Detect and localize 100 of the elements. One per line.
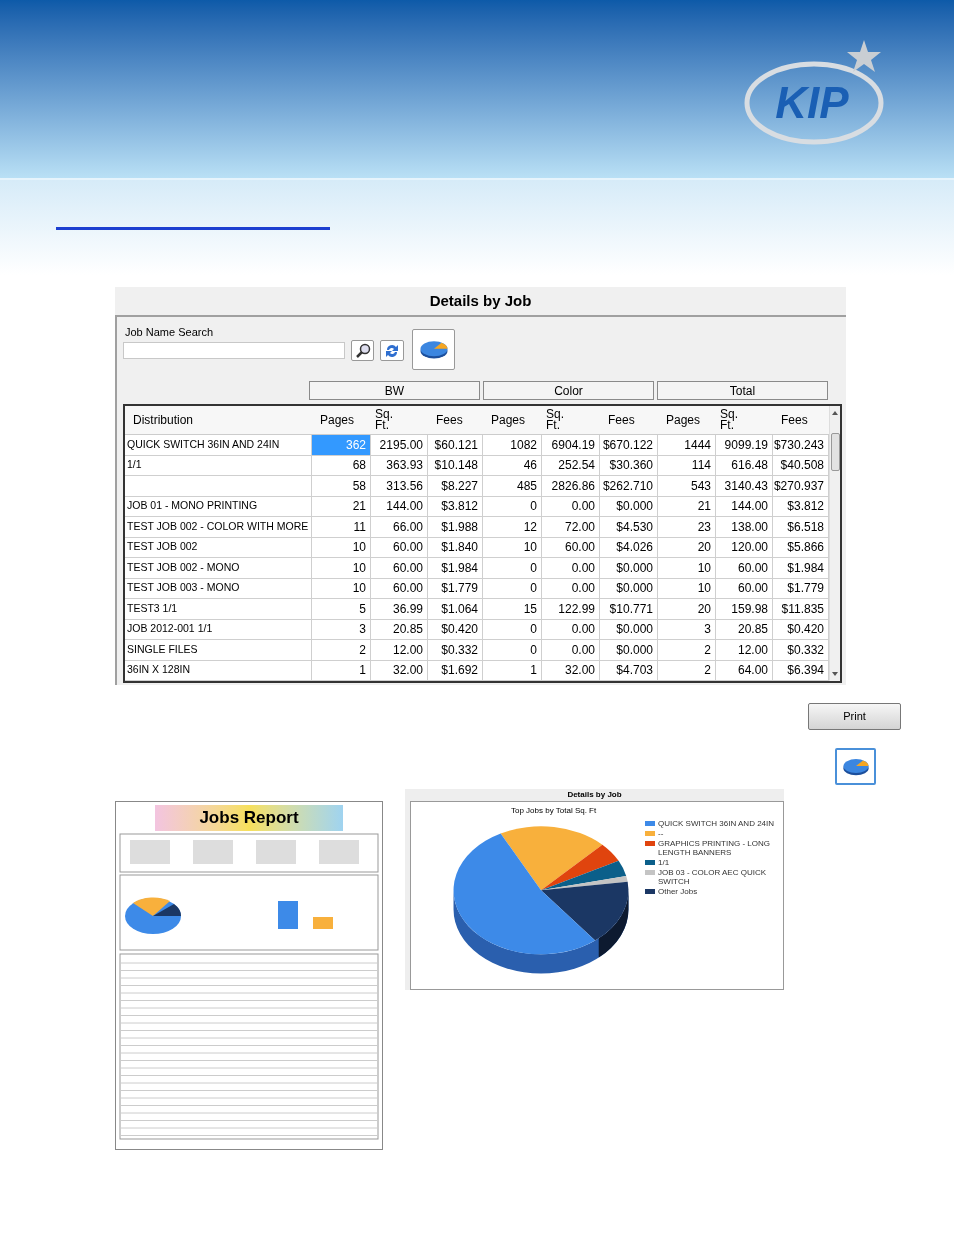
table-cell: 3140.43 <box>716 476 773 496</box>
table-cell: 1 <box>312 660 371 680</box>
table-cell: 0.00 <box>542 578 600 598</box>
refresh-button[interactable] <box>380 340 404 361</box>
table-cell: SINGLE FILES <box>125 640 312 660</box>
column-header: Fees <box>435 411 464 429</box>
search-field[interactable] <box>123 342 345 359</box>
table-cell: $4.530 <box>600 517 658 537</box>
table-cell: 485 <box>483 476 542 496</box>
table-cell: $0.000 <box>600 619 658 639</box>
table-cell: $10.148 <box>428 455 483 475</box>
table-cell: 0 <box>483 619 542 639</box>
table-cell: 1/1 <box>125 455 312 475</box>
table-cell: 72.00 <box>542 517 600 537</box>
ring-icon <box>744 61 884 145</box>
table-cell: 60.00 <box>371 578 428 598</box>
table-cell: $1.692 <box>428 660 483 680</box>
refresh-icon <box>384 342 400 359</box>
chart-button[interactable] <box>835 748 876 785</box>
table-cell: $1.984 <box>428 558 483 578</box>
table-cell: $262.710 <box>600 476 658 496</box>
table-cell: TEST JOB 002 - COLOR WITH MORE <box>125 517 312 537</box>
table-cell: 58 <box>312 476 371 496</box>
column-header: Sq. Ft. <box>719 406 739 434</box>
table-cell: $0.000 <box>600 496 658 516</box>
column-header: Sq. Ft. <box>374 406 394 434</box>
table-cell: 20 <box>658 599 716 619</box>
table-cell: 10 <box>658 558 716 578</box>
column-header: Fees <box>607 411 636 429</box>
table-cell: 10 <box>483 537 542 557</box>
legend-label: GRAPHICS PRINTING - LONG LENGTH BANNERS <box>658 839 771 857</box>
table-cell: 12 <box>483 517 542 537</box>
table-cell: 363.93 <box>371 455 428 475</box>
search-button[interactable] <box>351 340 374 361</box>
table-cell: 9099.19 <box>716 435 773 455</box>
table-cell: 138.00 <box>716 517 773 537</box>
table-cell: 60.00 <box>542 537 600 557</box>
table-cell: 64.00 <box>716 660 773 680</box>
table-cell: 362 <box>312 435 371 455</box>
scroll-up-arrow-icon <box>832 411 838 415</box>
table-cell: 1444 <box>658 435 716 455</box>
chart-panel-title: Details by Job <box>566 789 623 801</box>
table-cell: 10 <box>312 578 371 598</box>
table-cell: TEST JOB 003 - MONO <box>125 578 312 598</box>
table-cell: 313.56 <box>371 476 428 496</box>
table-cell: $60.121 <box>428 435 483 455</box>
table-cell: 0 <box>483 558 542 578</box>
table-cell: 3 <box>312 619 371 639</box>
table-cell: 1 <box>483 660 542 680</box>
table-cell: 0 <box>483 496 542 516</box>
table-cell: TEST3 1/1 <box>125 599 312 619</box>
table-cell: $0.000 <box>600 558 658 578</box>
table-cell: $1.779 <box>428 578 483 598</box>
print-button[interactable]: Print <box>808 703 901 730</box>
table-cell: $8.227 <box>428 476 483 496</box>
table-cell: 159.98 <box>716 599 773 619</box>
pie-chart-icon <box>418 339 449 360</box>
table-cell: 60.00 <box>371 558 428 578</box>
window-title: Details by Job <box>428 290 533 311</box>
column-group-header: BW <box>309 381 480 400</box>
table-cell: 5 <box>312 599 371 619</box>
table-cell: $1.840 <box>428 537 483 557</box>
column-header: Pages <box>319 411 356 429</box>
table-cell: 0 <box>483 578 542 598</box>
table-cell: 68 <box>312 455 371 475</box>
table-cell: TEST JOB 002 <box>125 537 312 557</box>
table-cell: 144.00 <box>371 496 428 516</box>
table-cell: 3 <box>658 619 716 639</box>
table-cell: 0.00 <box>542 640 600 660</box>
table-cell: 616.48 <box>716 455 773 475</box>
table-cell: 2195.00 <box>371 435 428 455</box>
chart-title: Top Jobs by Total Sq. Ft <box>511 805 597 817</box>
table-cell: 11 <box>312 517 371 537</box>
legend-label: -- <box>658 829 664 838</box>
scrollbar-thumb[interactable] <box>830 433 840 471</box>
table-cell: $30.360 <box>600 455 658 475</box>
table-cell: 0 <box>483 640 542 660</box>
column-group-header: Color <box>483 381 654 400</box>
table-cell: 36.99 <box>371 599 428 619</box>
table-cell: $670.122 <box>600 435 658 455</box>
chart-button[interactable] <box>412 329 455 370</box>
table-cell: 23 <box>658 517 716 537</box>
table-cell: 12.00 <box>371 640 428 660</box>
column-group-header: Total <box>657 381 828 400</box>
table-cell: $1.988 <box>428 517 483 537</box>
table-cell: 0.00 <box>542 496 600 516</box>
column-header: Pages <box>665 411 702 429</box>
table-cell: 2 <box>658 640 716 660</box>
table-cell: 10 <box>312 558 371 578</box>
table-cell: $3.812 <box>428 496 483 516</box>
table-cell: JOB 01 - MONO PRINTING <box>125 496 312 516</box>
table-cell: 2 <box>658 660 716 680</box>
table-cell: 46 <box>483 455 542 475</box>
table-cell: 66.00 <box>371 517 428 537</box>
table-cell: $4.703 <box>600 660 658 680</box>
table-cell: $1.064 <box>428 599 483 619</box>
table-cell: 60.00 <box>716 558 773 578</box>
table-cell: 20 <box>658 537 716 557</box>
table-cell: 12.00 <box>716 640 773 660</box>
table-cell: 60.00 <box>371 537 428 557</box>
